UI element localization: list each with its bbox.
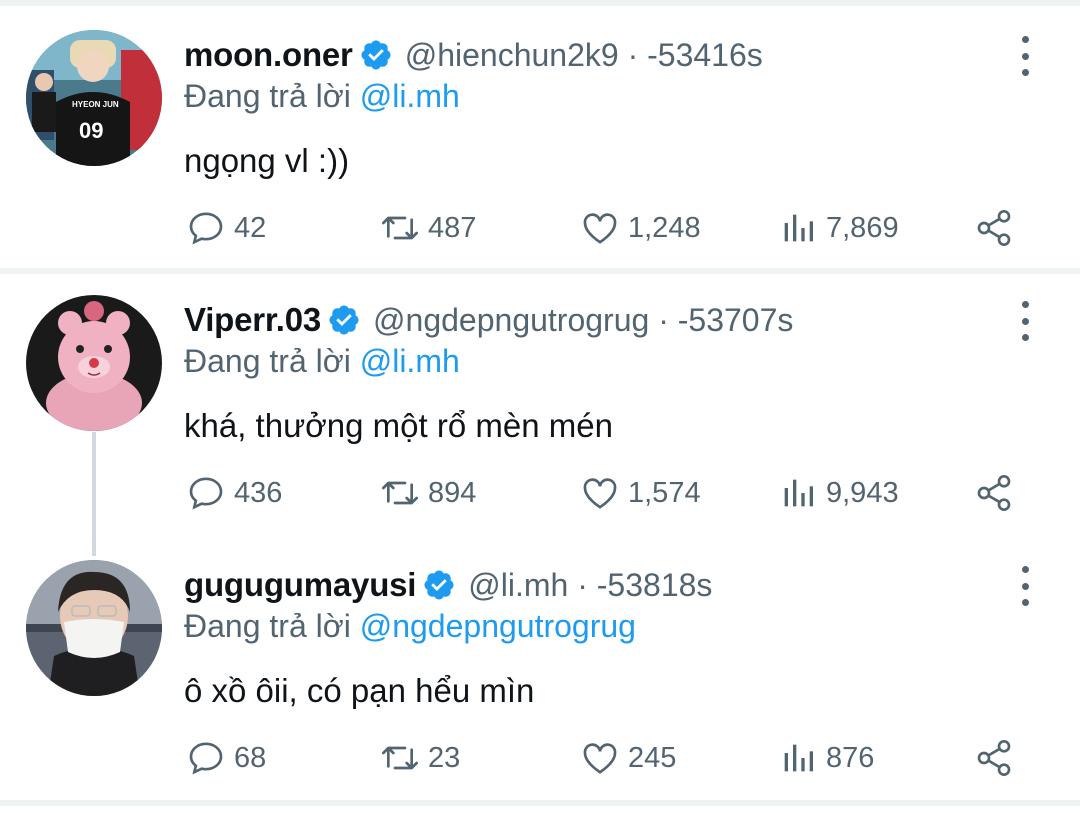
tweet-divider: [0, 268, 1080, 274]
share-icon: [977, 475, 1011, 511]
display-name[interactable]: gugugumayusi: [184, 566, 416, 604]
handle-and-time[interactable]: @li.mh · -53818s: [468, 567, 712, 604]
verified-badge-icon: [424, 570, 454, 600]
mention-link[interactable]: @li.mh: [360, 343, 460, 379]
share-button[interactable]: [974, 738, 1022, 778]
jersey-lettering: HYEON JUN: [72, 100, 119, 109]
views-button[interactable]: 9,943: [778, 473, 899, 513]
tweet-text: ô xồ ôii, có pạn hểu mìn: [184, 672, 535, 709]
replying-to: Đang trả lời @ngdepngutrogrug: [184, 608, 636, 645]
replying-to-label: Đang trả lời: [184, 78, 351, 114]
tweet-3[interactable]: gugugumayusi @li.mh · -53818s Đang trả l…: [0, 560, 1080, 800]
retweet-icon: [382, 481, 418, 505]
like-icon: [583, 478, 617, 509]
replying-to-label: Đang trả lời: [184, 343, 351, 379]
share-button[interactable]: [974, 473, 1022, 513]
like-count: 1,574: [628, 476, 701, 509]
reply-count: 68: [234, 741, 267, 774]
like-count: 245: [628, 741, 677, 774]
share-button[interactable]: [974, 208, 1022, 248]
replying-to: Đang trả lời @li.mh: [184, 78, 460, 115]
action-bar: 68 23 245 876: [0, 738, 1080, 778]
mention-link[interactable]: @li.mh: [360, 78, 460, 114]
reply-button[interactable]: 68: [186, 738, 266, 778]
views-icon: [784, 479, 813, 507]
action-bar: 42 487 1,248 7,869: [0, 208, 1080, 248]
avatar[interactable]: [26, 560, 162, 696]
views-icon: [784, 214, 813, 242]
tweet-1[interactable]: HYEON JUN 09 moon.oner @hienchun2k9 · -5…: [0, 30, 1080, 270]
tweet-header: gugugumayusi @li.mh · -53818s: [184, 560, 712, 610]
handle-and-time[interactable]: @ngdepngutrogrug · -53707s: [373, 302, 793, 339]
action-bar: 436 894 1,574 9,943: [0, 473, 1080, 513]
retweet-icon: [382, 216, 418, 240]
reply-icon: [189, 212, 223, 245]
bottom-divider: [0, 800, 1080, 806]
views-button[interactable]: 7,869: [778, 208, 899, 248]
retweet-count: 487: [428, 211, 477, 244]
views-count: 7,869: [826, 211, 899, 244]
retweet-icon: [382, 746, 418, 770]
avatar[interactable]: HYEON JUN 09: [26, 30, 162, 166]
display-name[interactable]: Viperr.03: [184, 301, 321, 339]
more-options-icon[interactable]: [1008, 36, 1042, 76]
reply-count: 436: [234, 476, 283, 509]
views-count: 876: [826, 741, 875, 774]
more-options-icon[interactable]: [1008, 301, 1042, 341]
share-icon: [977, 210, 1011, 246]
like-button[interactable]: 1,574: [580, 473, 701, 513]
views-icon: [784, 744, 813, 772]
retweet-button[interactable]: 23: [380, 738, 460, 778]
replying-to-label: Đang trả lời: [184, 608, 351, 644]
retweet-count: 23: [428, 741, 461, 774]
verified-badge-icon: [361, 40, 391, 70]
avatar[interactable]: [26, 295, 162, 431]
svg-text:09: 09: [79, 118, 103, 143]
like-count: 1,248: [628, 211, 701, 244]
replying-to: Đang trả lời @li.mh: [184, 343, 460, 380]
reply-icon: [189, 477, 223, 510]
reply-icon: [189, 742, 223, 775]
reply-button[interactable]: 42: [186, 208, 266, 248]
tweet-header: Viperr.03 @ngdepngutrogrug · -53707s: [184, 295, 793, 345]
mention-link[interactable]: @ngdepngutrogrug: [360, 608, 636, 644]
views-count: 9,943: [826, 476, 899, 509]
tweet-header: moon.oner @hienchun2k9 · -53416s: [184, 30, 763, 80]
like-button[interactable]: 245: [580, 738, 676, 778]
share-icon: [977, 740, 1011, 776]
retweet-button[interactable]: 894: [380, 473, 476, 513]
tweet-text: khá, thưởng một rổ mèn mén: [184, 407, 613, 444]
like-button[interactable]: 1,248: [580, 208, 701, 248]
reply-count: 42: [234, 211, 267, 244]
verified-badge-icon: [329, 305, 359, 335]
top-divider: [0, 0, 1080, 6]
tweet-2[interactable]: Viperr.03 @ngdepngutrogrug · -53707s Đan…: [0, 295, 1080, 535]
like-icon: [583, 213, 617, 244]
views-button[interactable]: 876: [778, 738, 874, 778]
retweet-count: 894: [428, 476, 477, 509]
tweet-text: ngọng vl :)): [184, 142, 350, 179]
reply-button[interactable]: 436: [186, 473, 282, 513]
display-name[interactable]: moon.oner: [184, 36, 353, 74]
like-icon: [583, 743, 617, 774]
handle-and-time[interactable]: @hienchun2k9 · -53416s: [405, 37, 763, 74]
more-options-icon[interactable]: [1008, 566, 1042, 606]
retweet-button[interactable]: 487: [380, 208, 476, 248]
